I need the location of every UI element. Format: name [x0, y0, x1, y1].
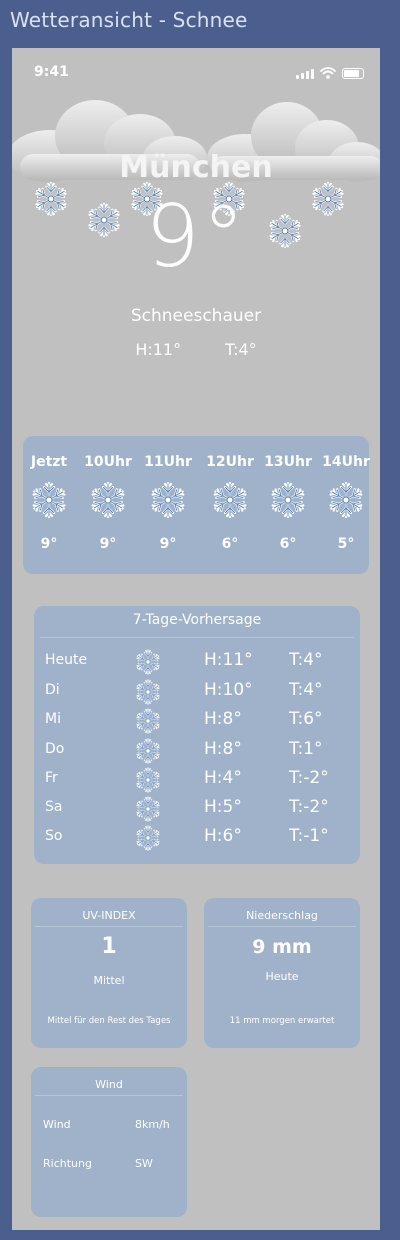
weekly-forecast-title: 7-Tage-Vorhersage — [132, 612, 262, 628]
forecast-low: T:4° — [289, 680, 323, 700]
hourly-item: 13Uhr 6° — [263, 454, 313, 552]
forecast-high: H:4° — [204, 768, 242, 788]
wind-direction-value: SW — [135, 1157, 153, 1170]
snowflake-icon — [134, 737, 162, 765]
forecast-row: Fr H:4° T:-2° — [34, 766, 360, 796]
snowflake-icon — [134, 678, 162, 706]
status-icons — [296, 67, 364, 79]
precipitation-note: 11 mm morgen erwartet — [229, 1016, 335, 1026]
current-high-low: H:11° T:4° — [12, 340, 380, 359]
snowflake-icon — [134, 707, 162, 735]
forecast-row: So H:6° T:-1° — [34, 824, 360, 854]
divider — [40, 637, 354, 638]
forecast-low: T:-2° — [289, 797, 329, 817]
forecast-high: H:10° — [204, 680, 253, 700]
forecast-row: Mi H:8° T:6° — [34, 707, 360, 737]
wind-speed-value: 8km/h — [135, 1118, 170, 1131]
forecast-low: T:6° — [289, 709, 323, 729]
cellular-signal-icon — [296, 69, 314, 79]
wind-direction-label: Richtung — [43, 1157, 92, 1170]
forecast-high: H:11° — [204, 650, 253, 670]
status-bar: 9:41 — [12, 48, 380, 98]
snowflake-icon — [268, 480, 308, 520]
forecast-row: Heute H:11° T:4° — [34, 648, 360, 678]
snowflake-icon — [134, 795, 162, 823]
snowflake-icon — [29, 480, 69, 520]
wind-title: Wind — [95, 1078, 123, 1091]
divider — [208, 926, 356, 927]
uv-index-value: 1 — [101, 934, 117, 959]
forecast-day: Di — [45, 682, 60, 698]
hourly-item: 10Uhr 9° — [83, 454, 133, 552]
weekly-forecast-card[interactable]: 7-Tage-Vorhersage Heute H:11° T:4° Di H:… — [34, 606, 360, 864]
precipitation-value: 9 mm — [252, 936, 312, 958]
forecast-high: H:6° — [204, 826, 242, 846]
precipitation-title: Niederschlag — [246, 909, 318, 922]
divider — [35, 926, 183, 927]
hourly-forecast-card[interactable]: Jetzt 9° 10Uhr 9° 11Uhr 9° 12Uhr 6° 13Uh… — [23, 436, 371, 574]
forecast-day: So — [45, 828, 63, 844]
hourly-temp: 6° — [279, 536, 297, 552]
status-time: 9:41 — [34, 64, 69, 80]
forecast-low: T:4° — [289, 650, 323, 670]
uv-index-card[interactable]: UV-INDEX 1 Mittel Mittel für den Rest de… — [31, 898, 187, 1048]
wifi-icon — [320, 67, 336, 79]
current-low: T:4° — [225, 340, 257, 359]
battery-icon — [342, 68, 364, 79]
forecast-high: H:5° — [204, 797, 242, 817]
snowflake-icon — [210, 480, 250, 520]
forecast-low: T:1° — [289, 739, 323, 759]
precipitation-when: Heute — [265, 970, 299, 983]
hourly-time: 13Uhr — [264, 454, 312, 470]
hourly-temp: 9° — [159, 536, 177, 552]
hourly-temp: 5° — [337, 536, 355, 552]
hourly-time: 10Uhr — [84, 454, 132, 470]
hourly-temp: 9° — [40, 536, 58, 552]
hourly-temp: 6° — [221, 536, 239, 552]
hourly-temp: 9° — [99, 536, 117, 552]
current-temperature: 9° — [145, 187, 247, 287]
snowflake-icon — [88, 480, 128, 520]
app-title: Wetteransicht - Schnee — [10, 8, 248, 32]
forecast-day: Heute — [45, 652, 88, 668]
uv-index-note: Mittel für den Rest des Tages — [47, 1016, 171, 1026]
hourly-time: 11Uhr — [144, 454, 192, 470]
hourly-time: 12Uhr — [206, 454, 254, 470]
precipitation-card[interactable]: Niederschlag 9 mm Heute 11 mm morgen erw… — [204, 898, 360, 1048]
forecast-row: Sa H:5° T:-2° — [34, 795, 360, 825]
wind-speed-label: Wind — [43, 1118, 71, 1131]
wind-card[interactable]: Wind Wind 8km/h Richtung SW — [31, 1067, 187, 1217]
forecast-day: Do — [45, 741, 65, 757]
hourly-item: 14Uhr 5° — [321, 454, 371, 552]
forecast-row: Do H:8° T:1° — [34, 737, 360, 767]
hourly-time: Jetzt — [30, 454, 68, 470]
forecast-low: T:-2° — [289, 768, 329, 788]
phone-screen: 9:41 München 9° Schneeschauer H:11° T:4°… — [12, 48, 380, 1230]
divider — [35, 1095, 183, 1096]
forecast-day: Sa — [45, 799, 63, 815]
snowflake-icon — [134, 824, 162, 852]
forecast-high: H:8° — [204, 739, 242, 759]
forecast-low: T:-1° — [289, 826, 329, 846]
hourly-item: Jetzt 9° — [24, 454, 74, 552]
snowflake-icon — [134, 648, 162, 676]
hourly-item: 11Uhr 9° — [143, 454, 193, 552]
forecast-high: H:8° — [204, 709, 242, 729]
uv-index-title: UV-INDEX — [82, 909, 136, 922]
current-high: H:11° — [135, 340, 182, 359]
uv-index-level: Mittel — [93, 974, 125, 987]
snowflake-icon — [326, 480, 366, 520]
forecast-day: Fr — [45, 770, 58, 786]
snowflake-icon — [134, 766, 162, 794]
hourly-item: 12Uhr 6° — [205, 454, 255, 552]
forecast-row: Di H:10° T:4° — [34, 678, 360, 708]
forecast-day: Mi — [45, 711, 61, 727]
hourly-time: 14Uhr — [322, 454, 370, 470]
snowflake-icon — [148, 480, 188, 520]
current-condition: Schneeschauer — [130, 306, 262, 326]
